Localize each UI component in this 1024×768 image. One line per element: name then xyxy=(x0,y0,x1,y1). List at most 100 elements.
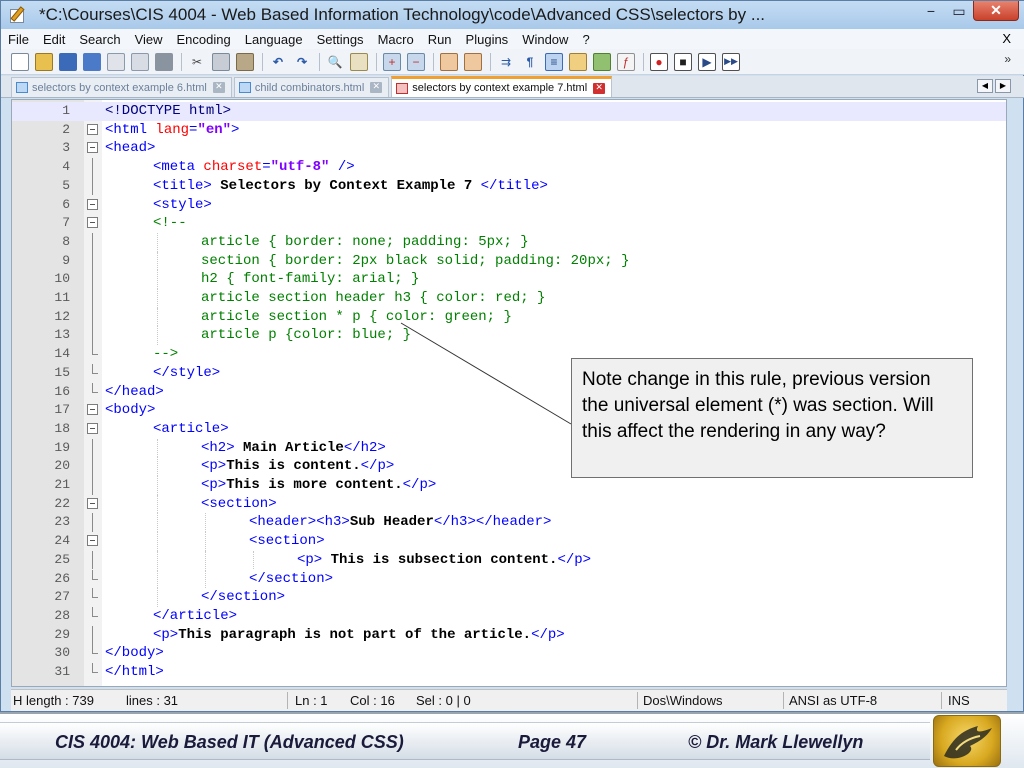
menu-help[interactable]: ? xyxy=(575,32,596,47)
maximize-button[interactable]: ▭ xyxy=(945,1,973,21)
menu-edit[interactable]: Edit xyxy=(36,32,72,47)
code-line[interactable]: 5 <title> Selectors by Context Example 7 … xyxy=(12,176,1006,196)
code-line[interactable]: 21 <p>This is more content.</p> xyxy=(12,476,1006,495)
show-all-chars-icon[interactable]: ¶ xyxy=(521,53,539,71)
close-tab-icon[interactable]: ✕ xyxy=(212,82,225,93)
code-token: </body> xyxy=(105,645,164,662)
code-line[interactable]: 30 </body> xyxy=(12,644,1006,663)
menu-settings[interactable]: Settings xyxy=(310,32,371,47)
code-text: article section header h3 { color: red; … xyxy=(201,289,545,308)
code-token: article p {color: blue; } xyxy=(201,327,412,344)
code-line[interactable]: 22 <section> xyxy=(12,494,1006,514)
menu-window[interactable]: Window xyxy=(515,32,575,47)
sync-horizontal-icon[interactable] xyxy=(464,52,482,71)
code-line[interactable]: 7 <!-- xyxy=(12,214,1006,233)
new-file-icon[interactable] xyxy=(11,52,29,71)
title-bar[interactable]: *C:\Courses\CIS 4004 - Web Based Informa… xyxy=(1,1,1024,29)
function-list-icon[interactable]: ƒ xyxy=(617,52,635,71)
fold-toggle-icon[interactable] xyxy=(87,142,98,154)
sync-vertical-icon[interactable] xyxy=(440,52,458,71)
tab-scroll-right-icon[interactable]: ▶ xyxy=(995,79,1011,93)
replace-icon[interactable] xyxy=(350,52,368,71)
code-line[interactable]: 8 article { border: none; padding: 5px; } xyxy=(12,232,1006,252)
code-line[interactable]: 13 article p {color: blue; } xyxy=(12,326,1006,346)
document-close-button[interactable]: X xyxy=(1002,31,1011,46)
code-line[interactable]: 2 <html lang="en"> xyxy=(12,121,1006,140)
code-text: <meta charset="utf-8" /> xyxy=(153,158,355,177)
code-line[interactable]: 27 </section> xyxy=(12,588,1006,607)
redo-icon[interactable]: ↷ xyxy=(293,53,311,71)
code-line[interactable]: 31 </html> xyxy=(12,663,1006,682)
open-file-icon[interactable] xyxy=(35,52,53,71)
run-macro-multiple-icon[interactable]: ▶▶ xyxy=(722,52,740,71)
cut-icon[interactable]: ✂ xyxy=(188,53,206,71)
code-line[interactable]: 9 section { border: 2px black solid; padd… xyxy=(12,251,1006,271)
line-number: 21 xyxy=(54,477,70,492)
record-macro-icon[interactable]: ● xyxy=(650,52,668,71)
fold-toggle-icon[interactable] xyxy=(87,198,98,210)
user-lang-icon[interactable] xyxy=(569,52,587,71)
menu-encoding[interactable]: Encoding xyxy=(170,32,238,47)
line-number: 10 xyxy=(54,271,70,287)
code-line[interactable]: 6 <style> xyxy=(12,196,1006,215)
word-wrap-icon[interactable]: ⇉ xyxy=(497,53,515,71)
paste-icon[interactable] xyxy=(236,52,254,71)
menu-language[interactable]: Language xyxy=(238,32,310,47)
code-line[interactable]: 29 <p>This paragraph is not part of the a… xyxy=(12,625,1006,645)
menu-bar: File Edit Search View Encoding Language … xyxy=(1,29,1024,49)
toolbar-overflow-button[interactable]: » xyxy=(1004,52,1011,66)
line-number: 28 xyxy=(54,607,70,623)
status-insert-mode: INS xyxy=(948,693,970,708)
save-icon[interactable] xyxy=(59,52,77,71)
fold-toggle-icon[interactable] xyxy=(87,217,98,229)
copy-icon[interactable] xyxy=(212,52,230,71)
code-line[interactable]: 3 <head> xyxy=(12,139,1006,158)
menu-macro[interactable]: Macro xyxy=(371,32,421,47)
fold-toggle-icon[interactable] xyxy=(87,123,98,135)
find-icon[interactable]: 🔍 xyxy=(326,53,344,71)
close-file-icon[interactable] xyxy=(107,52,125,71)
line-number: 12 xyxy=(54,308,70,324)
code-line[interactable]: 10 h2 { font-family: arial; } xyxy=(12,270,1006,289)
menu-file[interactable]: File xyxy=(1,32,36,47)
minimize-button[interactable]: − xyxy=(917,1,945,21)
close-tab-icon[interactable]: ✕ xyxy=(593,82,606,94)
stop-macro-icon[interactable]: ■ xyxy=(674,52,692,71)
fold-toggle-icon[interactable] xyxy=(87,422,98,434)
code-token: </h3></header> xyxy=(433,514,552,531)
close-button[interactable]: ✕ xyxy=(973,1,1019,21)
menu-run[interactable]: Run xyxy=(421,32,459,47)
code-token: lang xyxy=(155,121,190,138)
fold-toggle-icon[interactable] xyxy=(87,535,98,547)
tab-selectors-example-7[interactable]: selectors by context example 7.html ✕ xyxy=(391,76,613,97)
code-line[interactable]: 25 <p> This is subsection content.</p> xyxy=(12,550,1006,570)
tab-child-combinators[interactable]: child combinators.html ✕ xyxy=(233,77,390,97)
close-tab-icon[interactable]: ✕ xyxy=(370,82,383,93)
code-line[interactable]: 12 article section * p { color: green; } xyxy=(12,307,1006,327)
undo-icon[interactable]: ↶ xyxy=(269,53,287,71)
code-line[interactable]: 28 </article> xyxy=(12,606,1006,626)
menu-plugins[interactable]: Plugins xyxy=(459,32,516,47)
play-macro-icon[interactable]: ▶ xyxy=(698,52,716,71)
doc-map-icon[interactable] xyxy=(593,52,611,71)
indent-guide-icon[interactable]: ≡ xyxy=(545,52,563,71)
code-line[interactable]: 11 article section header h3 { color: red… xyxy=(12,289,1006,308)
menu-view[interactable]: View xyxy=(128,32,170,47)
code-line[interactable]: 26 </section> xyxy=(12,569,1006,589)
print-icon[interactable] xyxy=(155,52,173,71)
close-all-icon[interactable] xyxy=(131,52,149,71)
save-all-icon[interactable] xyxy=(83,52,101,71)
toolbar-separator xyxy=(262,52,263,71)
fold-toggle-icon[interactable] xyxy=(87,497,98,509)
tab-selectors-example-6[interactable]: selectors by context example 6.html ✕ xyxy=(11,77,232,97)
line-number: 29 xyxy=(54,626,70,642)
zoom-out-icon[interactable]: − xyxy=(407,52,425,71)
menu-search[interactable]: Search xyxy=(72,32,127,47)
code-line[interactable]: 4 <meta charset="utf-8" /> xyxy=(12,158,1006,177)
zoom-in-icon[interactable]: + xyxy=(383,52,401,71)
code-line[interactable]: 23 <header><h3>Sub Header</h3></header> xyxy=(12,513,1006,533)
tab-scroll-left-icon[interactable]: ◀ xyxy=(977,79,993,93)
fold-toggle-icon[interactable] xyxy=(87,404,98,416)
code-line[interactable]: 1 <!DOCTYPE html> xyxy=(12,102,1006,121)
code-line[interactable]: 24 <section> xyxy=(12,532,1006,551)
